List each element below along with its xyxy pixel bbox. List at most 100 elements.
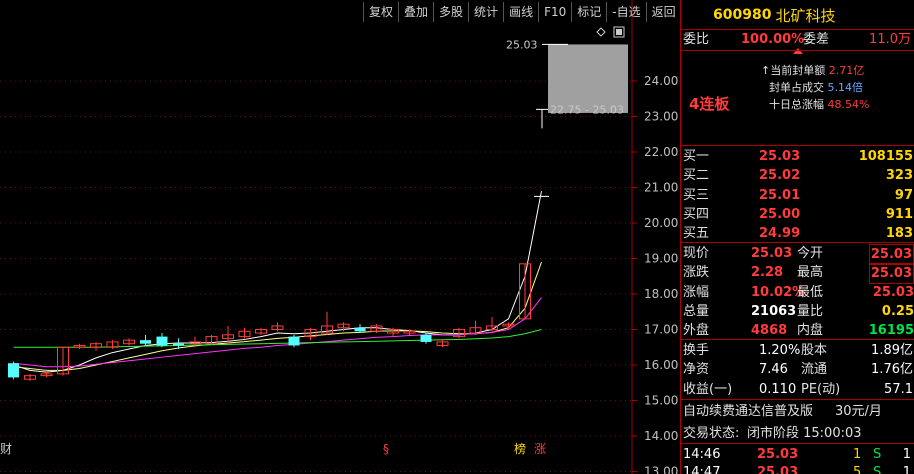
moving-averages bbox=[13, 190, 542, 373]
toolbar-f10-button[interactable]: F10 bbox=[538, 2, 571, 22]
tick-side: S bbox=[873, 465, 882, 474]
toolbar-back-button[interactable]: 返回 bbox=[645, 2, 681, 22]
seal-ratio-row: 封单占成交 5.14倍 bbox=[769, 79, 863, 95]
ad-price[interactable]: 30元/月 bbox=[835, 402, 882, 421]
bid-volume: 183 bbox=[885, 226, 913, 242]
stat-row[interactable]: 涨跌 2.28 最高 25.03 bbox=[681, 263, 914, 285]
stat-label: 现价 bbox=[683, 246, 710, 261]
window-icon[interactable] bbox=[613, 26, 625, 38]
bid-row[interactable]: 买一 25.03 108155 bbox=[681, 147, 914, 166]
stat-value: 4868 bbox=[751, 323, 788, 339]
finance-row[interactable]: 收益(一) 0.110 PE(动) 57.1 bbox=[681, 380, 914, 399]
quote-panel: 600980 北矿科技 委比 100.00% 委差 11.0万 4连板 ↑当前封… bbox=[680, 0, 914, 474]
kline-chart[interactable]: 25.0322.75 - 25.03 24.0023.0022.0021.002… bbox=[0, 0, 680, 474]
finance-label: PE(动) bbox=[801, 381, 841, 397]
divider bbox=[681, 399, 914, 400]
bid-label: 买三 bbox=[683, 187, 710, 203]
tick-price: 25.03 bbox=[757, 465, 799, 474]
toolbar-fuquan-button[interactable]: 复权 bbox=[363, 2, 398, 22]
stat-row[interactable]: 涨幅 10.02% 最低 25.03 bbox=[681, 283, 914, 302]
divider bbox=[681, 50, 914, 51]
bid-price: 25.01 bbox=[759, 187, 801, 203]
finance-value: 7.46 bbox=[759, 362, 788, 378]
tick-count: 1 bbox=[902, 465, 911, 474]
lianban-badge: 4连板 bbox=[689, 95, 730, 113]
stat-value: 25.03 bbox=[751, 246, 793, 261]
stat-label: 内盘 bbox=[797, 323, 824, 339]
toolbar-mark-button[interactable]: 标记 bbox=[571, 2, 606, 22]
collapse-icon[interactable] bbox=[793, 48, 803, 54]
tick-time: 14:47 bbox=[683, 465, 721, 474]
bid-volume: 97 bbox=[894, 187, 913, 203]
finance-value: 1.20% bbox=[759, 343, 801, 358]
candle-body bbox=[156, 336, 168, 346]
divider bbox=[681, 443, 914, 444]
toolbar-remove-watchlist-button[interactable]: -自选 bbox=[606, 2, 645, 22]
ma-line bbox=[13, 261, 542, 371]
finance-label: 收益(一) bbox=[683, 381, 733, 397]
candle-body bbox=[354, 327, 366, 332]
tick-price: 25.03 bbox=[757, 447, 799, 462]
bid-volume: 323 bbox=[885, 168, 913, 184]
stat-row[interactable]: 现价 25.03 今开 25.03 bbox=[681, 244, 914, 265]
price-axis: 24.00 23.00 22.00 21.00 20.00 19.00 18.00 17.00… bbox=[632, 74, 678, 474]
stat-row[interactable]: 总量 21063 量比 0.25 bbox=[681, 302, 914, 321]
divider bbox=[681, 339, 914, 340]
candle-body bbox=[8, 363, 19, 378]
weicha-label: 委差 bbox=[803, 32, 830, 47]
tick-row[interactable]: 14:47 25.03 5 S 1 bbox=[681, 463, 914, 474]
ad-text[interactable]: 自动续费通达信普及版 bbox=[683, 402, 813, 421]
weicha-value: 11.0万 bbox=[869, 32, 911, 47]
seal-top-label: 25.03 bbox=[506, 38, 538, 51]
symbol-header[interactable]: 600980 北矿科技 bbox=[681, 0, 914, 30]
toolbar-multi-stock-button[interactable]: 多股 bbox=[433, 2, 468, 22]
y-tick-label: 19.00 bbox=[644, 252, 678, 266]
bid-volume: 911 bbox=[885, 206, 913, 222]
stat-row[interactable]: 外盘 4868 内盘 16195 bbox=[681, 321, 914, 340]
finance-row[interactable]: 换手 1.20% 股本 1.89亿 bbox=[681, 341, 914, 360]
finance-value: 0.110 bbox=[759, 381, 797, 397]
candle-body bbox=[420, 334, 432, 342]
stat-value: 25.03 bbox=[868, 244, 914, 265]
diamond-icon[interactable] bbox=[596, 27, 606, 37]
seal-ratio-value: 5.14倍 bbox=[827, 81, 864, 94]
grid-lines bbox=[0, 80, 632, 472]
toolbar-draw-line-button[interactable]: 画线 bbox=[503, 2, 538, 22]
stat-label: 涨跌 bbox=[683, 265, 710, 281]
ma-line bbox=[13, 297, 542, 368]
bid-row[interactable]: 买二 25.02 323 bbox=[681, 166, 914, 185]
tick-volume: 5 bbox=[853, 465, 862, 474]
seal-ratio-label: 封单占成交 bbox=[769, 81, 824, 94]
toolbar-overlay-button[interactable]: 叠加 bbox=[398, 2, 433, 22]
finance-row[interactable]: 净资 7.46 流通 1.76亿 bbox=[681, 360, 914, 379]
ma-line bbox=[13, 190, 542, 373]
finance-value: 1.89亿 bbox=[871, 343, 913, 358]
finance-value: 1.76亿 bbox=[871, 362, 913, 378]
finance-label: 股本 bbox=[801, 343, 828, 358]
ten-day-gain-value: 48.54% bbox=[827, 98, 870, 111]
y-tick-label: 21.00 bbox=[644, 181, 678, 195]
bid-row[interactable]: 买三 25.01 97 bbox=[681, 186, 914, 205]
bid-price: 25.03 bbox=[759, 149, 801, 164]
stock-code: 600980 bbox=[713, 7, 772, 23]
candle-body bbox=[140, 340, 151, 344]
bid-price: 24.99 bbox=[759, 226, 801, 242]
weibi-row: 委比 100.00% 委差 11.0万 bbox=[681, 30, 914, 49]
stat-label: 涨幅 bbox=[683, 284, 710, 300]
toolbar-stats-button[interactable]: 统计 bbox=[468, 2, 503, 22]
weibi-label: 委比 bbox=[683, 32, 710, 47]
bid-row[interactable]: 买五 24.99 183 bbox=[681, 224, 914, 243]
stat-value: 0.25 bbox=[881, 303, 914, 319]
candle-body bbox=[173, 343, 184, 346]
y-tick-label: 16.00 bbox=[644, 358, 678, 372]
bid-label: 买二 bbox=[683, 168, 710, 184]
finance-label: 净资 bbox=[683, 362, 710, 378]
stat-value: 16195 bbox=[868, 323, 914, 339]
tick-row[interactable]: 14:46 25.03 1 S 1 bbox=[681, 445, 914, 464]
seal-annotation: 25.03 22.75 - 25.03 bbox=[506, 38, 628, 129]
bid-row[interactable]: 买四 25.00 911 bbox=[681, 205, 914, 224]
bid-price: 25.02 bbox=[759, 168, 801, 184]
status-row: 交易状态: 闭市阶段 15:00:03 bbox=[681, 424, 914, 443]
ad-row[interactable]: 自动续费通达信普及版 30元/月 bbox=[681, 402, 914, 421]
stat-label: 最低 bbox=[797, 284, 824, 300]
